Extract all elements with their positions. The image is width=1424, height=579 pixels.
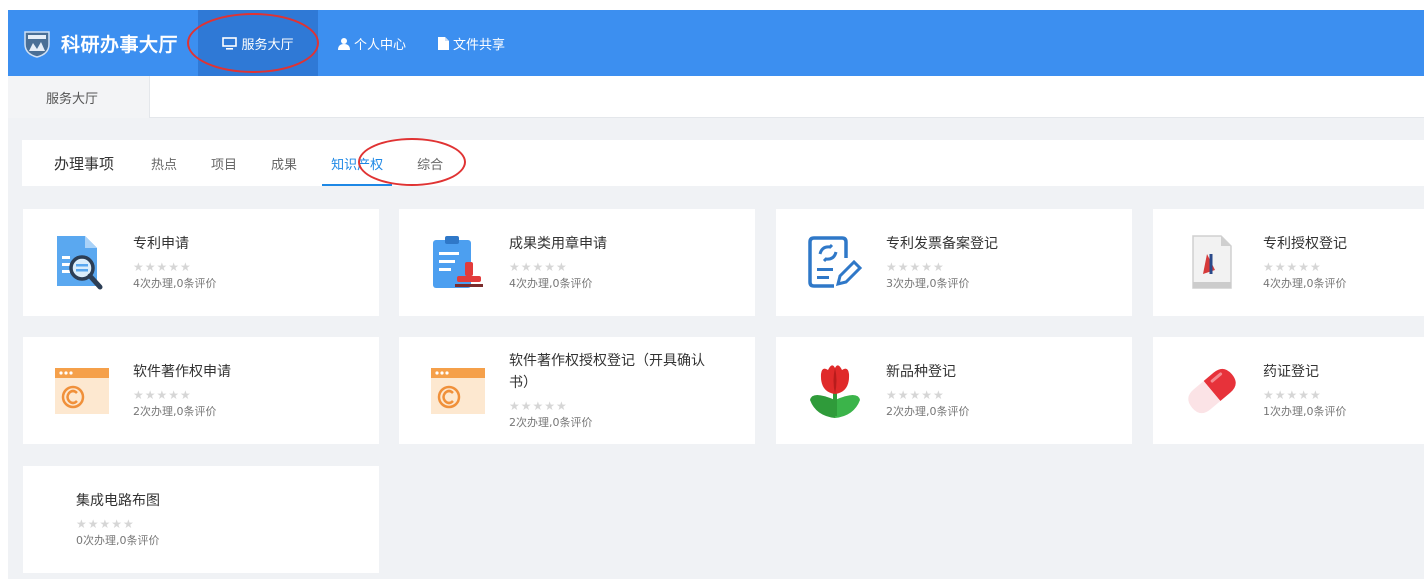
nav-label: 服务大厅: [241, 37, 294, 53]
filter-hot[interactable]: 热点: [151, 140, 177, 186]
copyright-window-icon: [431, 367, 485, 414]
service-card-drug-license[interactable]: 药证登记 ★★★★★ 1次办理,0条评价: [1153, 337, 1424, 444]
filter-project[interactable]: 项目: [211, 140, 237, 186]
nav-label: 文件共享: [453, 37, 506, 53]
card-title: 专利发票备案登记: [886, 236, 998, 252]
card-title: 集成电路布图: [76, 493, 160, 509]
pdf-document-icon: [1192, 234, 1232, 289]
rating-stars: ★★★★★: [509, 260, 568, 274]
filter-intellectual-property[interactable]: 知识产权: [322, 140, 393, 186]
card-title: 软件著作权申请: [133, 364, 231, 380]
file-icon: [438, 36, 450, 50]
rating-stars: ★★★★★: [886, 388, 945, 402]
rating-stars: ★★★★★: [133, 388, 192, 402]
app-title: 科研办事大厅: [61, 33, 179, 56]
card-title: 成果类用章申请: [509, 236, 607, 252]
copyright-window-icon: [55, 367, 109, 414]
page-tab-strip: 服务大厅: [8, 76, 1424, 118]
filter-heading: 办理事项: [54, 154, 115, 173]
card-stats: 3次办理,0条评价: [886, 277, 970, 290]
card-stats: 0次办理,0条评价: [76, 534, 160, 547]
service-card-seal-application[interactable]: 成果类用章申请 ★★★★★ 4次办理,0条评价: [399, 209, 755, 316]
card-stats: 2次办理,0条评价: [886, 405, 970, 418]
nav-file-share[interactable]: 文件共享: [426, 10, 517, 76]
page-tab-service-hall[interactable]: 服务大厅: [8, 76, 150, 118]
card-stats: 4次办理,0条评价: [509, 277, 593, 290]
rating-stars: ★★★★★: [886, 260, 945, 274]
university-logo-icon: [24, 31, 50, 58]
rating-stars: ★★★★★: [1263, 260, 1322, 274]
filter-general[interactable]: 综合: [417, 140, 443, 186]
rating-stars: ★★★★★: [76, 517, 135, 531]
service-card-patent-grant[interactable]: 专利授权登记 ★★★★★ 4次办理,0条评价: [1153, 209, 1424, 316]
window-left-margin: [0, 0, 8, 579]
rating-stars: ★★★★★: [1263, 388, 1322, 402]
card-title: 专利申请: [133, 236, 189, 252]
user-icon: [338, 37, 350, 50]
card-title: 新品种登记: [886, 364, 956, 380]
card-stats: 1次办理,0条评价: [1263, 405, 1347, 418]
card-stats: 2次办理,0条评价: [133, 405, 217, 418]
service-card-invoice-filing[interactable]: 专利发票备案登记 ★★★★★ 3次办理,0条评价: [776, 209, 1132, 316]
nav-label: 个人中心: [354, 37, 407, 53]
service-card-software-copyright-grant[interactable]: 软件著作权授权登记（开具确认书） ★★★★★ 2次办理,0条评价: [399, 337, 755, 444]
nav-service-hall[interactable]: 服务大厅: [198, 10, 318, 76]
card-stats: 4次办理,0条评价: [133, 277, 217, 290]
nav-personal-center[interactable]: 个人中心: [326, 10, 418, 76]
monitor-icon: [222, 36, 238, 50]
card-stats: 2次办理,0条评价: [509, 416, 593, 429]
category-filter-bar: 办理事项 热点 项目 成果 知识产权 综合: [22, 140, 1424, 186]
top-navbar: 科研办事大厅 服务大厅 个人中心 文件共享: [8, 10, 1424, 76]
rating-stars: ★★★★★: [509, 399, 568, 413]
card-title: 软件著作权授权登记（开具确认书）: [509, 353, 705, 391]
patent-search-icon: [57, 235, 103, 289]
service-card-new-variety[interactable]: 新品种登记 ★★★★★ 2次办理,0条评价: [776, 337, 1132, 444]
card-stats: 4次办理,0条评价: [1263, 277, 1347, 290]
clipboard-stamp-icon: [433, 235, 483, 288]
card-title: 药证登记: [1263, 364, 1319, 380]
filter-achievement[interactable]: 成果: [271, 140, 297, 186]
service-card-software-copyright[interactable]: 软件著作权申请 ★★★★★ 2次办理,0条评价: [23, 337, 379, 444]
window-top-margin: [0, 0, 1424, 10]
card-title: 专利授权登记: [1263, 236, 1347, 252]
service-card-patent-application[interactable]: 专利申请 ★★★★★ 4次办理,0条评价: [23, 209, 379, 316]
invoice-edit-icon: [808, 235, 863, 288]
capsule-icon: [1188, 368, 1236, 413]
service-card-ic-layout[interactable]: 集成电路布图 ★★★★★ 0次办理,0条评价: [23, 466, 379, 573]
brand[interactable]: 科研办事大厅: [8, 10, 198, 76]
tulip-icon: [810, 364, 860, 418]
rating-stars: ★★★★★: [133, 260, 192, 274]
